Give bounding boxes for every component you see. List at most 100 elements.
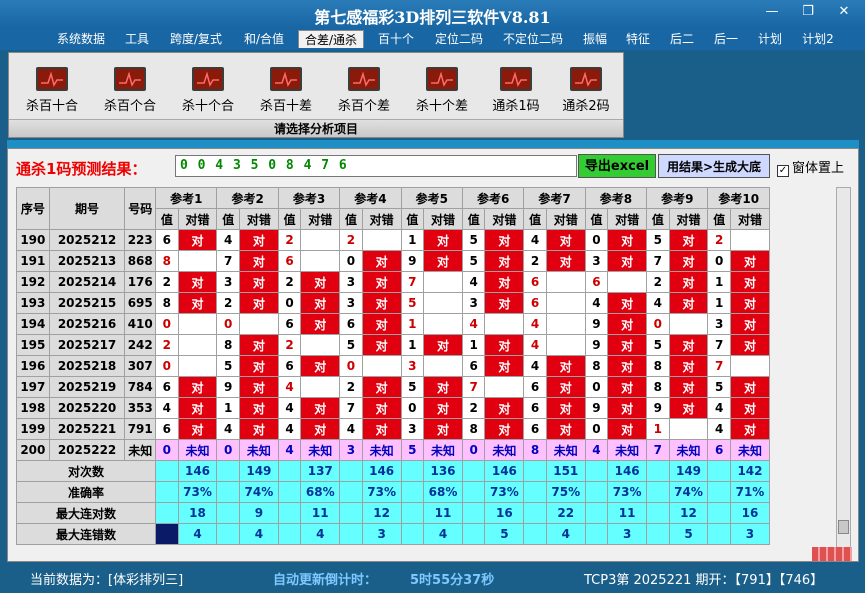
value-cell: 4 <box>155 397 179 419</box>
menu-item[interactable]: 百十个 <box>372 30 420 48</box>
prediction-label: 通杀1码预测结果： <box>16 160 147 178</box>
header-result: 对错 <box>361 208 402 230</box>
stats-value: 68% <box>300 481 341 503</box>
table-row[interactable]: 198 2025220 353 4 对 1 对 4 对 7 对 0 对 2 对 6 对 9 对 9 对 4 对 <box>16 397 771 419</box>
prediction-row[interactable]: 200 2025222 未知 0 未知 0 未知 4 未知 3 未知 5 未知 0 未知 8 未知 4 未知 7 未知 6… <box>16 439 771 461</box>
stats-value: 9 <box>238 502 279 524</box>
ribbon-button[interactable]: 杀十个合 <box>175 67 241 114</box>
result-cell-bad: 对 <box>177 292 218 314</box>
table-row[interactable]: 190 2025212 223 6 对 4 对 2 2 1 对 5 对 4 对 0 对 5 对 2 <box>16 229 771 251</box>
ribbon-button[interactable]: 通杀1码 <box>483 67 549 114</box>
stats-row: 最大连错数 4 4 4 3 4 5 4 3 5 3 <box>15 523 771 545</box>
number-cell: 353 <box>124 397 157 419</box>
menu-item[interactable]: 计划 <box>752 30 788 48</box>
value-cell: 0 <box>339 355 363 377</box>
menu-item-active[interactable]: 合差/通杀 <box>298 30 364 48</box>
result-cell-bad: 对 <box>729 418 771 440</box>
stats-pad <box>400 460 425 482</box>
resize-grip[interactable] <box>812 547 852 561</box>
chart-icon <box>426 67 458 91</box>
ribbon-button[interactable]: 杀百个合 <box>97 67 163 114</box>
result-cell <box>545 334 586 356</box>
table-row[interactable]: 193 2025215 695 8 对 2 对 0 对 3 对 5 3 对 6 4 对 4 对 1 对 <box>16 292 771 314</box>
stats-value: 151 <box>545 460 586 482</box>
ribbon-button[interactable]: 通杀2码 <box>553 67 619 114</box>
menu-item[interactable]: 和/合值 <box>238 30 290 48</box>
vertical-scrollbar[interactable] <box>836 187 851 551</box>
result-cell-bad: 对 <box>177 376 218 398</box>
ribbon-button[interactable]: 杀十个差 <box>409 67 475 114</box>
stats-value: 74% <box>238 481 279 503</box>
stats-pad <box>523 460 547 482</box>
value-cell: 4 <box>523 355 547 377</box>
number-cell: 176 <box>124 271 157 293</box>
result-cell-bad: 对 <box>484 355 525 377</box>
prediction-field[interactable]: 0 0 4 3 5 0 8 4 7 6 <box>175 155 577 177</box>
value-cell: 3 <box>339 292 363 314</box>
menu-item[interactable]: 跨度/复式 <box>164 30 228 48</box>
value-cell: 6 <box>155 229 179 251</box>
menu-item[interactable]: 不定位二码 <box>498 30 568 48</box>
table-row[interactable]: 192 2025214 176 2 对 3 对 2 对 3 对 7 4 对 6 6 2 对 1 对 <box>16 271 771 293</box>
menu-item[interactable]: 特征 <box>620 30 656 48</box>
predict-value-cell: 3 <box>339 439 363 461</box>
header-result: 对错 <box>545 208 586 230</box>
value-cell: 9 <box>584 334 609 356</box>
result-cell-bad: 对 <box>668 292 709 314</box>
stay-on-top-checkbox[interactable]: ✓ 窗体置上 <box>777 157 844 177</box>
value-cell: 4 <box>277 376 302 398</box>
result-cell <box>668 313 709 335</box>
menu-item[interactable]: 计划2 <box>796 30 840 48</box>
close-icon[interactable]: ✕ <box>830 3 858 21</box>
stats-pad <box>707 460 731 482</box>
stats-value: 68% <box>423 481 463 503</box>
menu-bar: 系统数据 工具 跨度/复式 和/合值 合差/通杀 百十个 定位二码 不定位二码 … <box>0 28 865 50</box>
result-cell-bad: 对 <box>177 229 218 251</box>
result-cell-bad: 对 <box>177 271 218 293</box>
table-row[interactable]: 195 2025217 242 2 8 对 2 5 对 1 对 1 对 4 9 对 5 对 7 对 <box>16 334 771 356</box>
seq-cell: 193 <box>16 292 50 314</box>
header-result: 对错 <box>300 208 341 230</box>
table-row[interactable]: 199 2025221 791 6 对 4 对 4 对 4 对 3 对 8 对 6 对 0 对 1 4 对 <box>16 418 771 440</box>
menu-item[interactable]: 振幅 <box>576 30 614 48</box>
result-cell-bad: 对 <box>361 334 402 356</box>
scroll-thumb[interactable] <box>838 520 849 534</box>
table-row[interactable]: 196 2025218 307 0 5 对 6 对 0 3 6 对 4 对 8 对 8 对 7 <box>16 355 771 377</box>
value-cell: 4 <box>707 418 731 440</box>
stats-pad <box>461 481 486 503</box>
seq-cell: 190 <box>16 229 50 251</box>
value-cell: 4 <box>216 418 240 440</box>
result-cell <box>668 418 709 440</box>
header-value: 值 <box>461 208 486 230</box>
header-ref: 参考1 <box>155 187 218 209</box>
menu-item[interactable]: 后一 <box>708 30 744 48</box>
export-excel-button[interactable]: 导出excel <box>578 154 656 178</box>
minimize-icon[interactable]: — <box>758 3 786 21</box>
ribbon-button[interactable]: 杀百十合 <box>19 67 85 114</box>
stats-value: 3 <box>729 523 771 545</box>
ribbon-button[interactable]: 杀百个差 <box>331 67 397 114</box>
stats-value: 146 <box>361 460 402 482</box>
ribbon-button[interactable]: 杀百十差 <box>253 67 319 114</box>
menu-item[interactable]: 定位二码 <box>428 30 490 48</box>
header-ref: 参考3 <box>277 187 341 209</box>
period-cell: 2025219 <box>48 376 126 398</box>
table-row[interactable]: 194 2025216 410 0 0 6 对 6 对 1 4 4 9 对 0 3 对 <box>16 313 771 335</box>
result-cell-bad: 对 <box>177 418 218 440</box>
stats-pad <box>339 502 363 524</box>
result-cell-bad: 对 <box>361 418 402 440</box>
menu-item[interactable]: 后二 <box>664 30 700 48</box>
value-cell: 1 <box>400 313 425 335</box>
restore-icon[interactable]: ❐ <box>794 3 822 21</box>
menu-item[interactable]: 工具 <box>120 30 154 48</box>
stats-pad <box>707 523 731 545</box>
value-cell: 6 <box>155 376 179 398</box>
result-cell-bad: 对 <box>423 376 463 398</box>
menu-item[interactable]: 系统数据 <box>52 30 110 48</box>
table-row[interactable]: 191 2025213 868 8 7 对 6 0 对 9 对 5 对 2 对 3 对 7 对 0 对 <box>16 250 771 272</box>
value-cell: 8 <box>155 292 179 314</box>
stats-value: 11 <box>300 502 341 524</box>
table-row[interactable]: 197 2025219 784 6 对 9 对 4 2 对 5 对 7 6 对 0 对 8 对 5 对 <box>16 376 771 398</box>
generate-base-button[interactable]: 用结果>生成大底 <box>658 154 770 178</box>
chart-icon <box>348 67 380 91</box>
